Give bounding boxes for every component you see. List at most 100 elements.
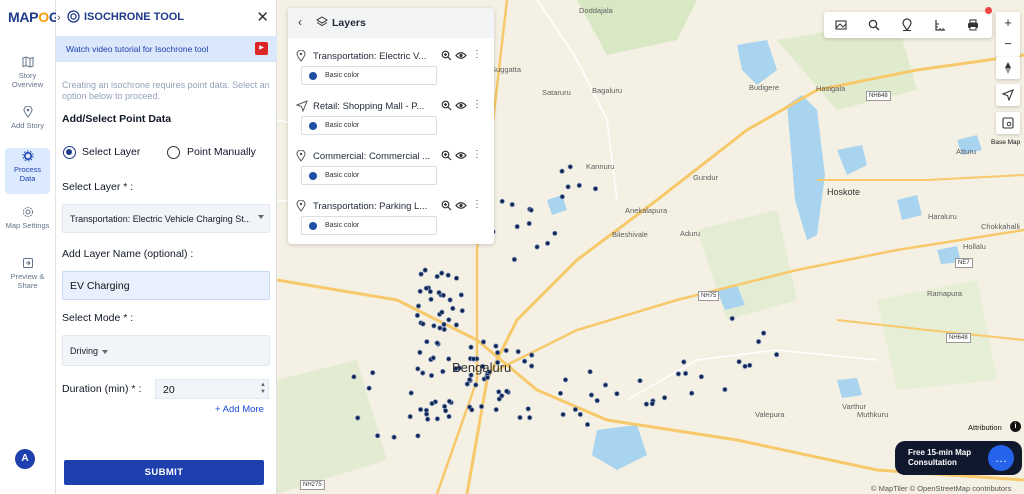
- ev-station-point[interactable]: [560, 411, 566, 418]
- ev-station-point[interactable]: [428, 296, 434, 302]
- ev-station-point[interactable]: [484, 374, 491, 381]
- ev-station-point[interactable]: [415, 366, 421, 372]
- location-pin-icon[interactable]: [900, 18, 914, 32]
- ev-station-point[interactable]: [584, 421, 591, 428]
- ev-station-point[interactable]: [572, 406, 578, 413]
- eye-icon[interactable]: [455, 51, 467, 60]
- ev-station-point[interactable]: [675, 371, 681, 377]
- ev-station-point[interactable]: [418, 271, 424, 277]
- ev-station-point[interactable]: [391, 434, 397, 440]
- ev-station-point[interactable]: [522, 358, 528, 364]
- ev-station-point[interactable]: [722, 386, 728, 393]
- chevron-right-icon[interactable]: ›: [57, 12, 61, 24]
- consultation-widget[interactable]: Free 15-min Map Consultation …: [895, 441, 1022, 475]
- ev-station-point[interactable]: [440, 368, 446, 375]
- ev-station-point[interactable]: [440, 292, 446, 298]
- ev-station-point[interactable]: [418, 406, 424, 413]
- ev-station-point[interactable]: [493, 343, 499, 349]
- ev-station-point[interactable]: [443, 408, 449, 414]
- ev-station-point[interactable]: [478, 403, 485, 410]
- ev-station-point[interactable]: [602, 382, 609, 388]
- ev-station-point[interactable]: [534, 244, 540, 250]
- ev-station-point[interactable]: [517, 414, 523, 421]
- ev-station-point[interactable]: [429, 400, 435, 407]
- ev-station-point[interactable]: [649, 401, 655, 407]
- ev-station-point[interactable]: [446, 317, 452, 323]
- ev-station-point[interactable]: [698, 374, 704, 380]
- ev-station-point[interactable]: [567, 164, 573, 170]
- ev-station-point[interactable]: [689, 390, 695, 396]
- ev-station-point[interactable]: [422, 267, 428, 273]
- ev-station-point[interactable]: [420, 321, 426, 327]
- ev-station-point[interactable]: [511, 256, 517, 262]
- ev-station-point[interactable]: [446, 356, 452, 362]
- ev-station-point[interactable]: [552, 230, 558, 236]
- ev-station-point[interactable]: [493, 406, 499, 413]
- zoom-to-layer-icon[interactable]: [441, 100, 452, 111]
- ev-station-point[interactable]: [417, 288, 423, 294]
- ev-station-point[interactable]: [351, 374, 357, 380]
- measure-icon[interactable]: [933, 18, 947, 32]
- ev-station-point[interactable]: [467, 377, 473, 383]
- ev-station-point[interactable]: [577, 411, 583, 417]
- layer-item[interactable]: Transportation: Electric V... ⋮ Basic co…: [288, 46, 494, 96]
- ev-station-point[interactable]: [453, 275, 460, 281]
- mode-select[interactable]: Driving: [62, 335, 270, 366]
- ev-station-point[interactable]: [742, 363, 748, 369]
- ev-station-point[interactable]: [458, 292, 464, 298]
- layer-color-picker[interactable]: Basic color: [301, 66, 437, 85]
- radio-point-manually-label[interactable]: Point Manually: [187, 146, 256, 158]
- ev-station-point[interactable]: [434, 416, 440, 422]
- ev-station-point[interactable]: [681, 359, 687, 365]
- ev-station-point[interactable]: [559, 168, 565, 174]
- print-icon[interactable]: [966, 18, 980, 32]
- ev-station-point[interactable]: [355, 415, 361, 421]
- ev-station-point[interactable]: [420, 370, 426, 376]
- ev-station-point[interactable]: [515, 348, 521, 355]
- ev-station-point[interactable]: [423, 285, 429, 291]
- ev-station-point[interactable]: [425, 416, 431, 422]
- search-icon[interactable]: [867, 18, 881, 32]
- ev-station-point[interactable]: [439, 270, 445, 276]
- ev-station-point[interactable]: [760, 330, 767, 336]
- ev-station-point[interactable]: [408, 390, 414, 396]
- ev-station-point[interactable]: [529, 352, 535, 358]
- ev-station-point[interactable]: [559, 194, 565, 200]
- stepper-icon[interactable]: ▲ ▼: [260, 382, 266, 396]
- ev-station-point[interactable]: [480, 339, 487, 345]
- ev-station-point[interactable]: [682, 370, 689, 376]
- ev-station-point[interactable]: [366, 385, 372, 391]
- ev-station-point[interactable]: [514, 224, 520, 230]
- tutorial-banner[interactable]: Watch video tutorial for Isochrone tool …: [56, 36, 277, 62]
- radio-point-manually[interactable]: [167, 146, 180, 159]
- ev-station-point[interactable]: [755, 338, 762, 345]
- ev-station-point[interactable]: [428, 372, 435, 379]
- info-icon[interactable]: i: [1010, 421, 1021, 432]
- tutorial-link[interactable]: Watch video tutorial for Isochrone tool: [66, 44, 208, 54]
- ev-station-point[interactable]: [661, 395, 668, 401]
- more-icon[interactable]: ⋮: [472, 99, 482, 110]
- radio-select-layer[interactable]: [63, 146, 76, 159]
- layer-name-input[interactable]: [63, 272, 269, 299]
- avatar[interactable]: A: [15, 449, 35, 469]
- ev-station-point[interactable]: [436, 289, 442, 296]
- ev-station-point[interactable]: [473, 382, 479, 388]
- compass-button[interactable]: [996, 57, 1020, 79]
- ev-station-point[interactable]: [544, 240, 551, 246]
- layer-color-picker[interactable]: Basic color: [301, 216, 437, 235]
- rail-item-map-settings[interactable]: Map Settings: [5, 204, 50, 250]
- ev-station-point[interactable]: [504, 388, 510, 394]
- eye-icon[interactable]: [455, 101, 467, 110]
- image-icon[interactable]: [834, 18, 848, 32]
- ev-station-point[interactable]: [529, 363, 535, 369]
- duration-input[interactable]: [156, 381, 246, 399]
- ev-station-point[interactable]: [562, 377, 569, 383]
- ev-station-point[interactable]: [495, 349, 501, 356]
- ev-station-point[interactable]: [594, 397, 600, 404]
- ev-station-point[interactable]: [427, 288, 433, 295]
- logo[interactable]: MAPOG: [8, 9, 60, 25]
- youtube-icon[interactable]: ▶: [255, 42, 268, 55]
- ev-station-point[interactable]: [446, 413, 452, 420]
- ev-station-point[interactable]: [592, 186, 599, 192]
- ev-station-point[interactable]: [445, 272, 451, 278]
